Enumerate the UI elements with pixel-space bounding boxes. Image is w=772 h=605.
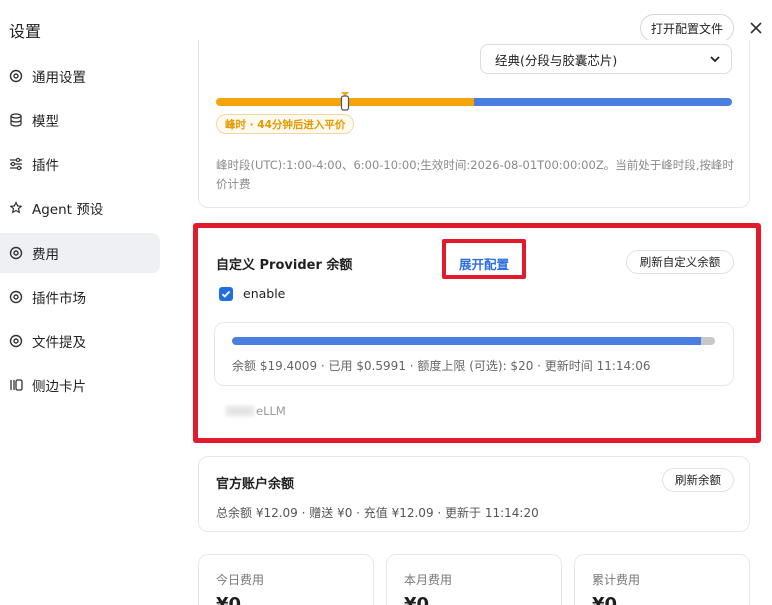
side-card-icon (8, 377, 24, 393)
custom-provider-title: 自定义 Provider 余额 (216, 258, 353, 273)
stat-value-today: ¥0 (216, 594, 242, 605)
sidebar-item-label: 费用 (32, 247, 59, 263)
agent-icon (8, 200, 24, 216)
official-balance-summary: 总余额 ¥12.09 · 赠送 ¥0 · 充值 ¥12.09 · 更新于 11:… (216, 506, 539, 520)
sidebar-item-agent-presets[interactable]: Agent 预设 (0, 188, 160, 228)
sidebar-item-label: 插件市场 (32, 291, 86, 307)
app-title: 设置 (9, 22, 42, 41)
peak-description: 峰时段(UTC):1:00-4:00、6:00-10:00;生效时间:2026-… (216, 158, 734, 191)
close-button[interactable] (746, 18, 766, 38)
cutoff-text (240, 38, 251, 51)
sidebar-item-label: 文件提及 (32, 335, 86, 351)
close-icon (750, 22, 762, 34)
peak-status-badge: 峰时 · 44分钟后进入平价 (216, 114, 355, 134)
sidebar-item-side-cards[interactable]: 侧边卡片 (0, 365, 160, 405)
timeline-marker-icon (340, 92, 350, 111)
sliders-icon (8, 156, 24, 172)
stat-label-today: 今日费用 (216, 573, 265, 587)
sidebar-item-label: Agent 预设 (32, 202, 104, 218)
sidebar-item-label: 模型 (32, 114, 59, 130)
usage-progress-fill (232, 337, 701, 345)
peak-style-select[interactable]: 经典(分段与胶囊芯片) (480, 44, 732, 74)
sidebar-item-plugin-market[interactable]: 插件市场 (0, 277, 160, 317)
official-balance-title: 官方账户余额 (216, 477, 295, 492)
stat-label-month: 本月费用 (404, 573, 453, 587)
enable-row: enable (219, 286, 285, 301)
enable-label: enable (243, 286, 286, 301)
peak-style-value: 经典(分段与胶囊芯片) (495, 52, 618, 68)
refresh-custom-balance-button[interactable]: 刷新自定义余额 (626, 250, 734, 274)
sidebar-item-models[interactable]: 模型 (0, 100, 160, 140)
gear-icon (8, 68, 24, 84)
usage-summary: 余额 $19.4009 · 已用 $0.5991 · 额度上限 (可选): $2… (232, 359, 651, 373)
expand-config-button[interactable]: 展开配置 (450, 253, 518, 273)
sidebar-item-label: 插件 (32, 158, 59, 174)
gear-icon (8, 333, 24, 349)
redacted-mark (226, 406, 254, 416)
enable-checkbox[interactable] (219, 286, 233, 301)
checkmark-icon (221, 290, 231, 298)
sidebar-item-file-mentions[interactable]: 文件提及 (0, 321, 160, 361)
sidebar-item-plugins[interactable]: 插件 (0, 144, 160, 184)
sidebar: 设置 通用设置 模型 插件 Agent 预设 费用 插件市场 文件提及 侧边卡片 (0, 0, 170, 605)
sidebar-item-general[interactable]: 通用设置 (0, 56, 160, 96)
sidebar-item-label: 通用设置 (32, 70, 86, 86)
offpeak-segment (474, 98, 732, 106)
peak-timeline-bar (216, 98, 732, 106)
stat-value-total: ¥0 (592, 594, 618, 605)
usage-card (214, 322, 734, 386)
gear-icon (8, 245, 24, 261)
refresh-balance-button[interactable]: 刷新余额 (662, 468, 734, 492)
sidebar-item-costs[interactable]: 费用 (0, 233, 160, 273)
sidebar-item-label: 侧边卡片 (32, 379, 86, 395)
chevron-down-icon (710, 56, 720, 63)
usage-progress-bar (232, 337, 715, 345)
stat-label-total: 累计费用 (592, 573, 641, 587)
settings-window: 设置 通用设置 模型 插件 Agent 预设 费用 插件市场 文件提及 侧边卡片… (0, 0, 772, 605)
database-icon (8, 112, 24, 128)
gear-icon (8, 289, 24, 305)
provider-name: eLLM (226, 404, 286, 418)
stat-value-month: ¥0 (404, 594, 430, 605)
open-config-file-button[interactable]: 打开配置文件 (640, 14, 734, 42)
provider-name-text: eLLM (256, 404, 286, 418)
